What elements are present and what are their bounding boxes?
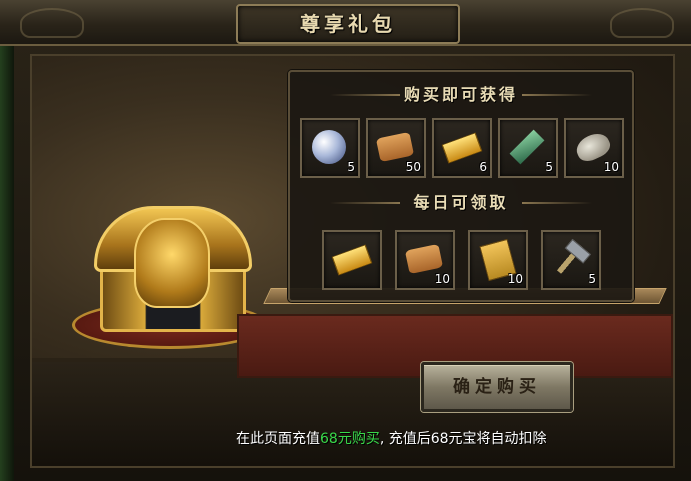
- daily-section-title: 每日可领取: [413, 193, 509, 212]
- window-left-edge: [0, 0, 14, 481]
- jade-gem-icon: [509, 129, 545, 165]
- confirm-purchase-button[interactable]: 确定购买: [421, 362, 573, 412]
- right-dragon-ornament-icon: [610, 8, 674, 38]
- daily-reward-slot[interactable]: [322, 230, 382, 290]
- purchase-section-title: 购买即可获得: [403, 85, 518, 104]
- rewards-panel: 购买即可获得 5 50 6 5 10 每日可领取 10 10 5: [288, 70, 634, 302]
- purchase-section-header: 购买即可获得: [290, 82, 632, 108]
- golden-dragon-emblem-icon: [134, 218, 210, 308]
- scroll-icon: [404, 243, 444, 275]
- note-prefix: 在此页面充值: [236, 431, 320, 447]
- hammer-icon: [546, 235, 594, 283]
- reward-slot[interactable]: 50: [366, 118, 426, 178]
- crystal-orb-icon: [312, 130, 346, 164]
- note-suffix: , 充值后68元宝将自动扣除: [379, 431, 547, 447]
- title-plate: 尊享礼包: [236, 4, 460, 44]
- reward-slot[interactable]: 10: [564, 118, 624, 178]
- reward-qty: 10: [603, 160, 619, 174]
- gold-ingot-icon: [441, 132, 483, 164]
- daily-reward-slot[interactable]: 10: [395, 230, 455, 290]
- daily-reward-slot[interactable]: 10: [468, 230, 528, 290]
- reward-qty: 50: [405, 160, 421, 174]
- reward-slot[interactable]: 5: [300, 118, 360, 178]
- reward-qty: 5: [588, 272, 596, 286]
- reward-qty: 5: [347, 160, 355, 174]
- content-area: 购买即可获得 5 50 6 5 10 每日可领取 10 10 5: [30, 54, 675, 468]
- left-dragon-ornament-icon: [20, 8, 84, 38]
- daily-reward-slot[interactable]: 5: [541, 230, 601, 290]
- reward-slot[interactable]: 6: [432, 118, 492, 178]
- scroll-icon: [375, 131, 415, 163]
- reward-qty: 5: [545, 160, 553, 174]
- recharge-note: 在此页面充值68元购买, 充值后68元宝将自动扣除: [236, 428, 676, 448]
- reward-qty: 6: [479, 160, 487, 174]
- gold-ingot-icon: [331, 244, 373, 276]
- reward-slot[interactable]: 5: [498, 118, 558, 178]
- note-price-highlight: 68元购买: [320, 431, 380, 447]
- reward-qty: 10: [507, 272, 523, 286]
- title-bar: 尊享礼包: [0, 0, 691, 46]
- window-title: 尊享礼包: [300, 12, 396, 36]
- confirm-purchase-label: 确定购买: [453, 377, 541, 397]
- gift-pack-window: 尊享礼包 购买即可获得 5 50 6 5 10 每日可领取 10 10 5 确定…: [0, 0, 691, 481]
- reward-qty: 10: [434, 272, 450, 286]
- daily-section-header: 每日可领取: [290, 190, 632, 216]
